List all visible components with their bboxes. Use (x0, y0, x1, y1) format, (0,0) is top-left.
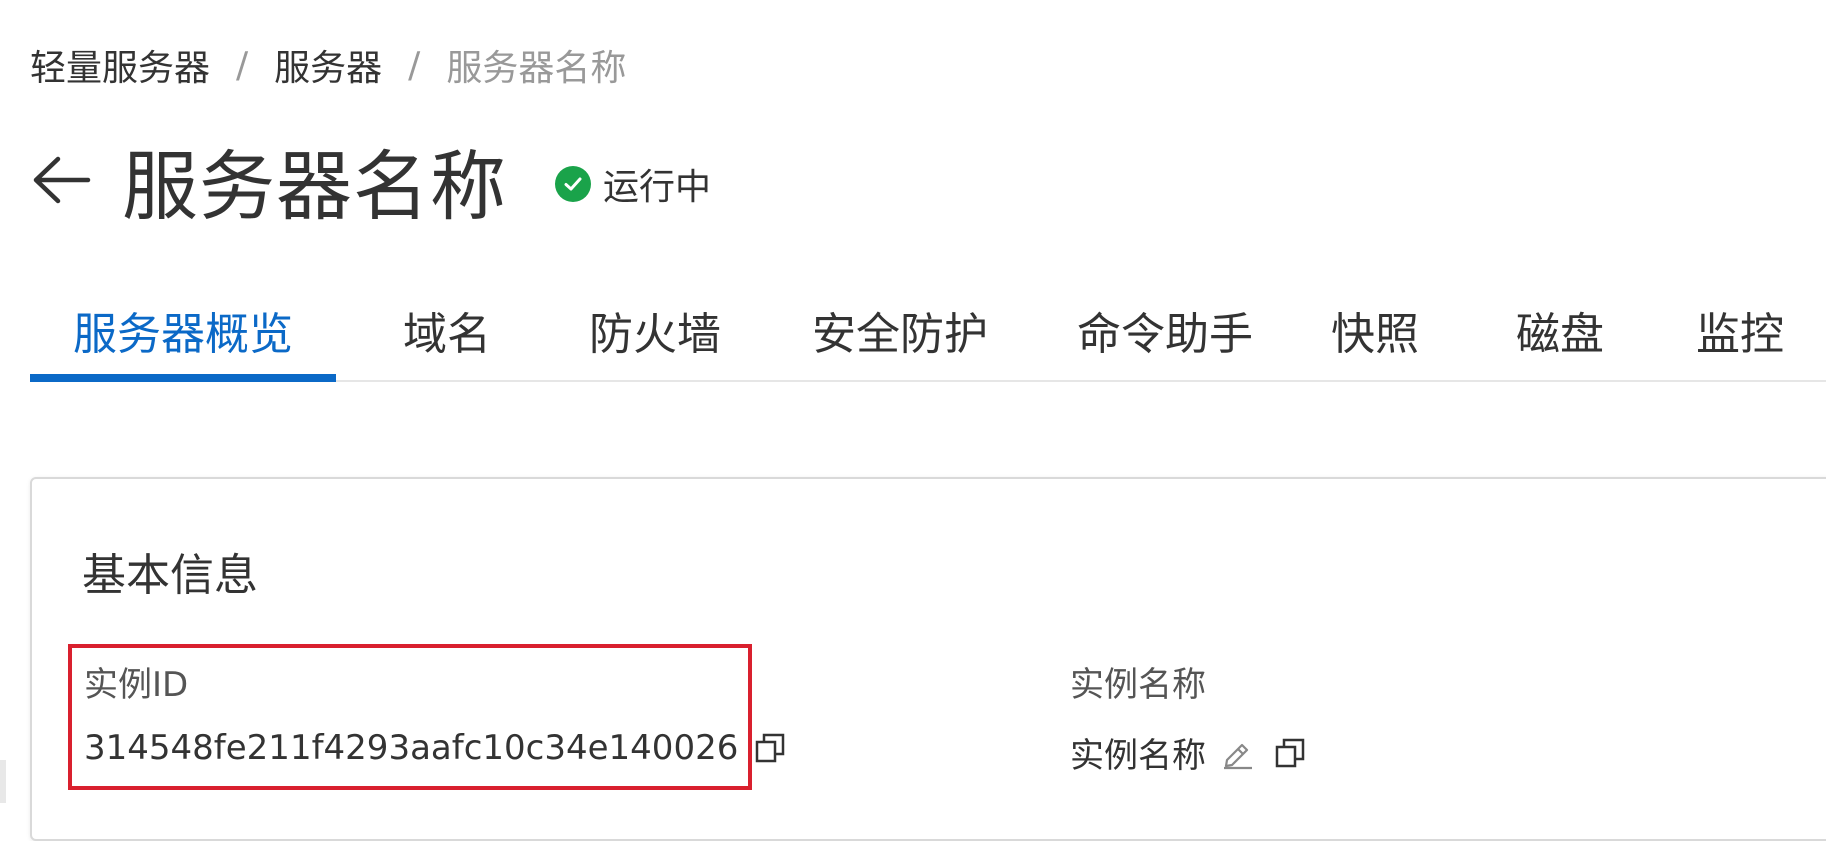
instance-id-value: 314548fe211f4293aafc10c34e140026 (84, 728, 739, 768)
copy-icon (1275, 738, 1305, 767)
tab-command-assistant[interactable]: 命令助手 (1045, 280, 1285, 380)
instance-id-label: 实例ID (84, 665, 189, 705)
back-arrow-icon (33, 156, 91, 204)
check-circle-icon (555, 166, 591, 202)
status-badge: 运行中 (555, 158, 711, 210)
breadcrumb-separator: / (408, 44, 421, 86)
breadcrumb-lightweight-servers[interactable]: 轻量服务器 (30, 39, 210, 91)
tab-monitor[interactable]: 监控 (1665, 280, 1815, 380)
tab-server-overview[interactable]: 服务器概览 (30, 280, 336, 382)
edit-instance-name-button[interactable] (1218, 733, 1258, 773)
basic-info-card: 基本信息 实例ID 314548fe211f4293aafc10c34e1400… (30, 477, 1826, 841)
copy-instance-id-button[interactable] (750, 728, 790, 768)
tab-disk[interactable]: 磁盘 (1485, 280, 1635, 380)
tab-domain[interactable]: 域名 (382, 280, 512, 380)
copy-instance-name-button[interactable] (1270, 733, 1310, 773)
status-text: 运行中 (603, 167, 712, 208)
instance-id-value-row: 314548fe211f4293aafc10c34e140026 (84, 728, 790, 768)
instance-name-value: 实例名称 (1070, 736, 1206, 776)
breadcrumb-servers[interactable]: 服务器 (274, 39, 382, 91)
instance-name-label: 实例名称 (1070, 665, 1206, 705)
copy-icon (756, 733, 785, 763)
instance-name-value-row: 实例名称 (1070, 728, 1310, 777)
breadcrumb: 轻量服务器 / 服务器 / 服务器名称 (30, 40, 626, 90)
tab-firewall[interactable]: 防火墙 (560, 280, 750, 380)
tab-snapshot[interactable]: 快照 (1300, 280, 1450, 380)
page-title: 服务器名称 (122, 142, 507, 231)
breadcrumb-separator: / (236, 44, 249, 86)
breadcrumb-current-server: 服务器名称 (446, 48, 627, 89)
tab-security-protection[interactable]: 安全防护 (780, 280, 1020, 380)
page-header: 服务器名称 运行中 (30, 130, 711, 231)
instance-id-field: 实例ID 314548fe211f4293aafc10c34e140026 (84, 657, 790, 768)
tab-bar: 服务器概览 域名 防火墙 安全防护 命令助手 快照 磁盘 监控 (30, 280, 1826, 382)
instance-name-field: 实例名称 实例名称 (1070, 657, 1310, 777)
left-edge-handle (0, 760, 6, 803)
edit-pencil-icon (1224, 743, 1252, 769)
back-button[interactable] (30, 149, 92, 211)
card-title: 基本信息 (82, 550, 258, 601)
